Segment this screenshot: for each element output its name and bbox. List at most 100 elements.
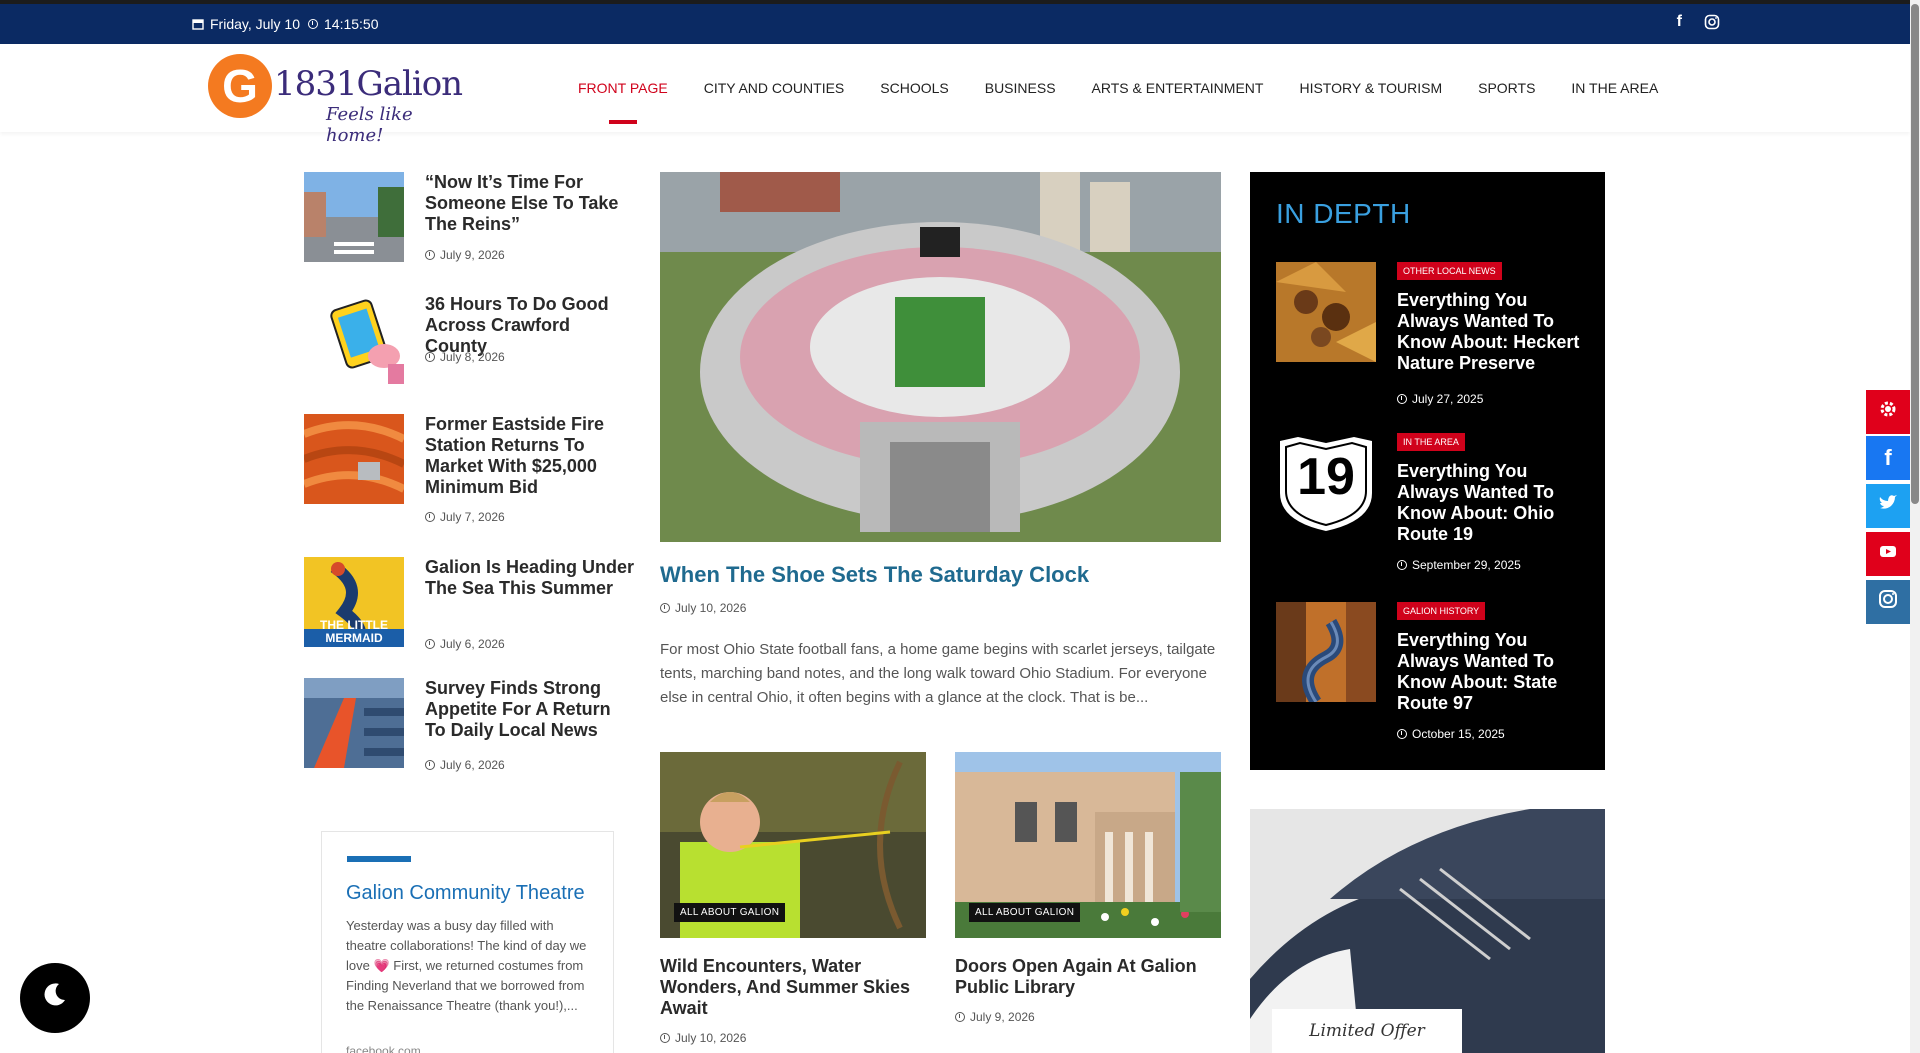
facebook-feed-card[interactable]: Galion Community Theatre Yesterday was a… bbox=[321, 831, 614, 1053]
clock-icon bbox=[1397, 560, 1407, 570]
clock-icon bbox=[425, 639, 435, 649]
nav-city-and-counties[interactable]: CITY AND COUNTIES bbox=[704, 80, 845, 96]
card-image[interactable]: ALL ABOUT GALION bbox=[955, 752, 1221, 938]
card-date-text: July 10, 2026 bbox=[675, 1031, 747, 1045]
list-item[interactable]: “Now It’s Time For Someone Else To Take … bbox=[304, 172, 630, 272]
post-title[interactable]: Everything You Always Wanted To Know Abo… bbox=[1397, 461, 1582, 545]
post-date-text: July 27, 2025 bbox=[1412, 392, 1484, 406]
post-thumbnail[interactable]: THE LITTLE MERMAID bbox=[304, 557, 404, 647]
card-title[interactable]: Wild Encounters, Water Wonders, And Summ… bbox=[660, 956, 926, 1019]
settings-button[interactable] bbox=[1866, 390, 1910, 434]
current-time: 14:15:50 bbox=[308, 16, 379, 32]
list-item[interactable]: THE LITTLE MERMAID Galion Is Heading Und… bbox=[304, 557, 634, 653]
article-card[interactable]: ALL ABOUT GALION Wild Encounters, Water … bbox=[660, 752, 926, 1045]
advertisement[interactable]: Limited Offer bbox=[1250, 809, 1605, 1053]
section-title: IN DEPTH bbox=[1276, 198, 1411, 229]
limited-offer-label[interactable]: Limited Offer bbox=[1272, 1009, 1462, 1053]
list-item[interactable]: 36 Hours To Do Good Across Crawford Coun… bbox=[304, 294, 630, 384]
post-title[interactable]: Everything You Always Wanted To Know Abo… bbox=[1397, 290, 1582, 374]
post-date: July 8, 2026 bbox=[425, 350, 505, 364]
date-text: Friday, July 10 bbox=[210, 16, 300, 32]
feed-page-title[interactable]: Galion Community Theatre bbox=[346, 882, 585, 905]
nav-schools[interactable]: SCHOOLS bbox=[880, 80, 948, 96]
nav-front-page[interactable]: FRONT PAGE bbox=[578, 80, 668, 124]
clock-icon bbox=[955, 1012, 965, 1022]
facebook-icon: f bbox=[1884, 445, 1892, 470]
post-date-text: July 6, 2026 bbox=[440, 637, 505, 651]
hero-title[interactable]: When The Shoe Sets The Saturday Clock bbox=[660, 562, 1089, 588]
post-title[interactable]: Everything You Always Wanted To Know Abo… bbox=[1397, 630, 1582, 714]
clock-icon bbox=[425, 760, 435, 770]
hero-excerpt: For most Ohio State football fans, a hom… bbox=[660, 641, 1216, 706]
time-text: 14:15:50 bbox=[324, 16, 379, 32]
post-thumbnail[interactable] bbox=[304, 172, 404, 262]
category-badge[interactable]: IN THE AREA bbox=[1397, 433, 1465, 451]
article-card[interactable]: ALL ABOUT GALION Doors Open Again At Gal… bbox=[955, 752, 1221, 1024]
page-scrollbar[interactable] bbox=[1910, 0, 1920, 1053]
post-title[interactable]: Survey Finds Strong Appetite For A Retur… bbox=[425, 678, 635, 741]
card-image[interactable]: ALL ABOUT GALION bbox=[660, 752, 926, 938]
nav-arts-entertainment[interactable]: ARTS & ENTERTAINMENT bbox=[1092, 80, 1264, 96]
list-item[interactable]: Former Eastside Fire Station Returns To … bbox=[304, 414, 630, 524]
post-date-text: July 6, 2026 bbox=[440, 758, 505, 772]
nav-business[interactable]: BUSINESS bbox=[985, 80, 1056, 96]
post-title[interactable]: 36 Hours To Do Good Across Crawford Coun… bbox=[425, 294, 635, 357]
post-thumbnail[interactable] bbox=[304, 294, 404, 384]
post-date-text: July 8, 2026 bbox=[440, 350, 505, 364]
post-date: July 9, 2026 bbox=[425, 248, 505, 262]
current-date: Friday, July 10 bbox=[192, 16, 300, 32]
moon-icon bbox=[41, 980, 69, 1016]
post-title[interactable]: “Now It’s Time For Someone Else To Take … bbox=[425, 172, 635, 235]
post-thumbnail[interactable]: 19 bbox=[1276, 433, 1376, 533]
clock-icon bbox=[1397, 729, 1407, 739]
nav-sports[interactable]: SPORTS bbox=[1478, 80, 1535, 96]
nav-history-tourism[interactable]: HISTORY & TOURISM bbox=[1299, 80, 1442, 96]
post-thumbnail[interactable] bbox=[304, 678, 404, 768]
post-date-text: July 7, 2026 bbox=[440, 510, 505, 524]
facebook-icon[interactable]: f bbox=[1677, 14, 1682, 30]
logo-tagline: Feels like home! bbox=[326, 104, 413, 146]
post-thumbnail[interactable] bbox=[304, 414, 404, 504]
list-item[interactable]: 19 IN THE AREA Everything You Always Wan… bbox=[1276, 433, 1586, 583]
category-badge[interactable]: OTHER LOCAL NEWS bbox=[1397, 262, 1502, 280]
clock-icon bbox=[308, 19, 318, 29]
main-nav: FRONT PAGE CITY AND COUNTIES SCHOOLS BUS… bbox=[578, 80, 1658, 124]
post-date: October 15, 2025 bbox=[1397, 727, 1505, 741]
nav-in-the-area[interactable]: IN THE AREA bbox=[1571, 80, 1658, 96]
list-item[interactable]: Survey Finds Strong Appetite For A Retur… bbox=[304, 678, 630, 774]
twitter-share-button[interactable] bbox=[1866, 484, 1910, 528]
post-thumbnail[interactable] bbox=[1276, 262, 1376, 362]
route-number: 19 bbox=[1297, 448, 1355, 506]
category-badge[interactable]: ALL ABOUT GALION bbox=[969, 903, 1081, 922]
in-depth-section: IN DEPTH OTHER LOCAL NEWS Everything You… bbox=[1250, 172, 1605, 770]
facebook-share-button[interactable]: f bbox=[1866, 436, 1910, 480]
category-badge[interactable]: GALION HISTORY bbox=[1397, 602, 1486, 620]
list-item[interactable]: OTHER LOCAL NEWS Everything You Always W… bbox=[1276, 262, 1586, 412]
twitter-icon bbox=[1878, 494, 1898, 518]
post-title[interactable]: Galion Is Heading Under The Sea This Sum… bbox=[425, 557, 635, 599]
logo-name: 1831Galion bbox=[274, 64, 463, 104]
post-date-text: October 15, 2025 bbox=[1412, 727, 1505, 741]
youtube-share-button[interactable] bbox=[1866, 532, 1910, 576]
dark-mode-toggle[interactable] bbox=[20, 963, 90, 1033]
instagram-icon bbox=[1878, 589, 1898, 615]
instagram-share-button[interactable] bbox=[1866, 580, 1910, 624]
card-date: July 10, 2026 bbox=[660, 1031, 926, 1045]
scrollbar-thumb[interactable] bbox=[1911, 4, 1919, 504]
post-title[interactable]: Former Eastside Fire Station Returns To … bbox=[425, 414, 635, 498]
category-badge[interactable]: ALL ABOUT GALION bbox=[674, 903, 786, 922]
card-title[interactable]: Doors Open Again At Galion Public Librar… bbox=[955, 956, 1221, 998]
hero-date: July 10, 2026 bbox=[660, 601, 746, 615]
top-bar: Friday, July 10 14:15:50 f bbox=[0, 4, 1910, 44]
hero-image[interactable] bbox=[660, 172, 1221, 542]
site-logo[interactable]: G 1831Galion Feels like home! bbox=[208, 50, 468, 146]
logo-mark: G bbox=[208, 54, 272, 118]
list-item[interactable]: GALION HISTORY Everything You Always Wan… bbox=[1276, 602, 1586, 752]
feed-source[interactable]: facebook.com bbox=[346, 1044, 421, 1053]
gear-icon bbox=[1878, 399, 1898, 425]
instagram-icon[interactable] bbox=[1704, 14, 1720, 30]
site-header: G 1831Galion Feels like home! FRONT PAGE… bbox=[0, 44, 1910, 146]
post-thumbnail[interactable] bbox=[1276, 602, 1376, 702]
post-date: July 27, 2025 bbox=[1397, 392, 1483, 406]
clock-icon bbox=[425, 352, 435, 362]
